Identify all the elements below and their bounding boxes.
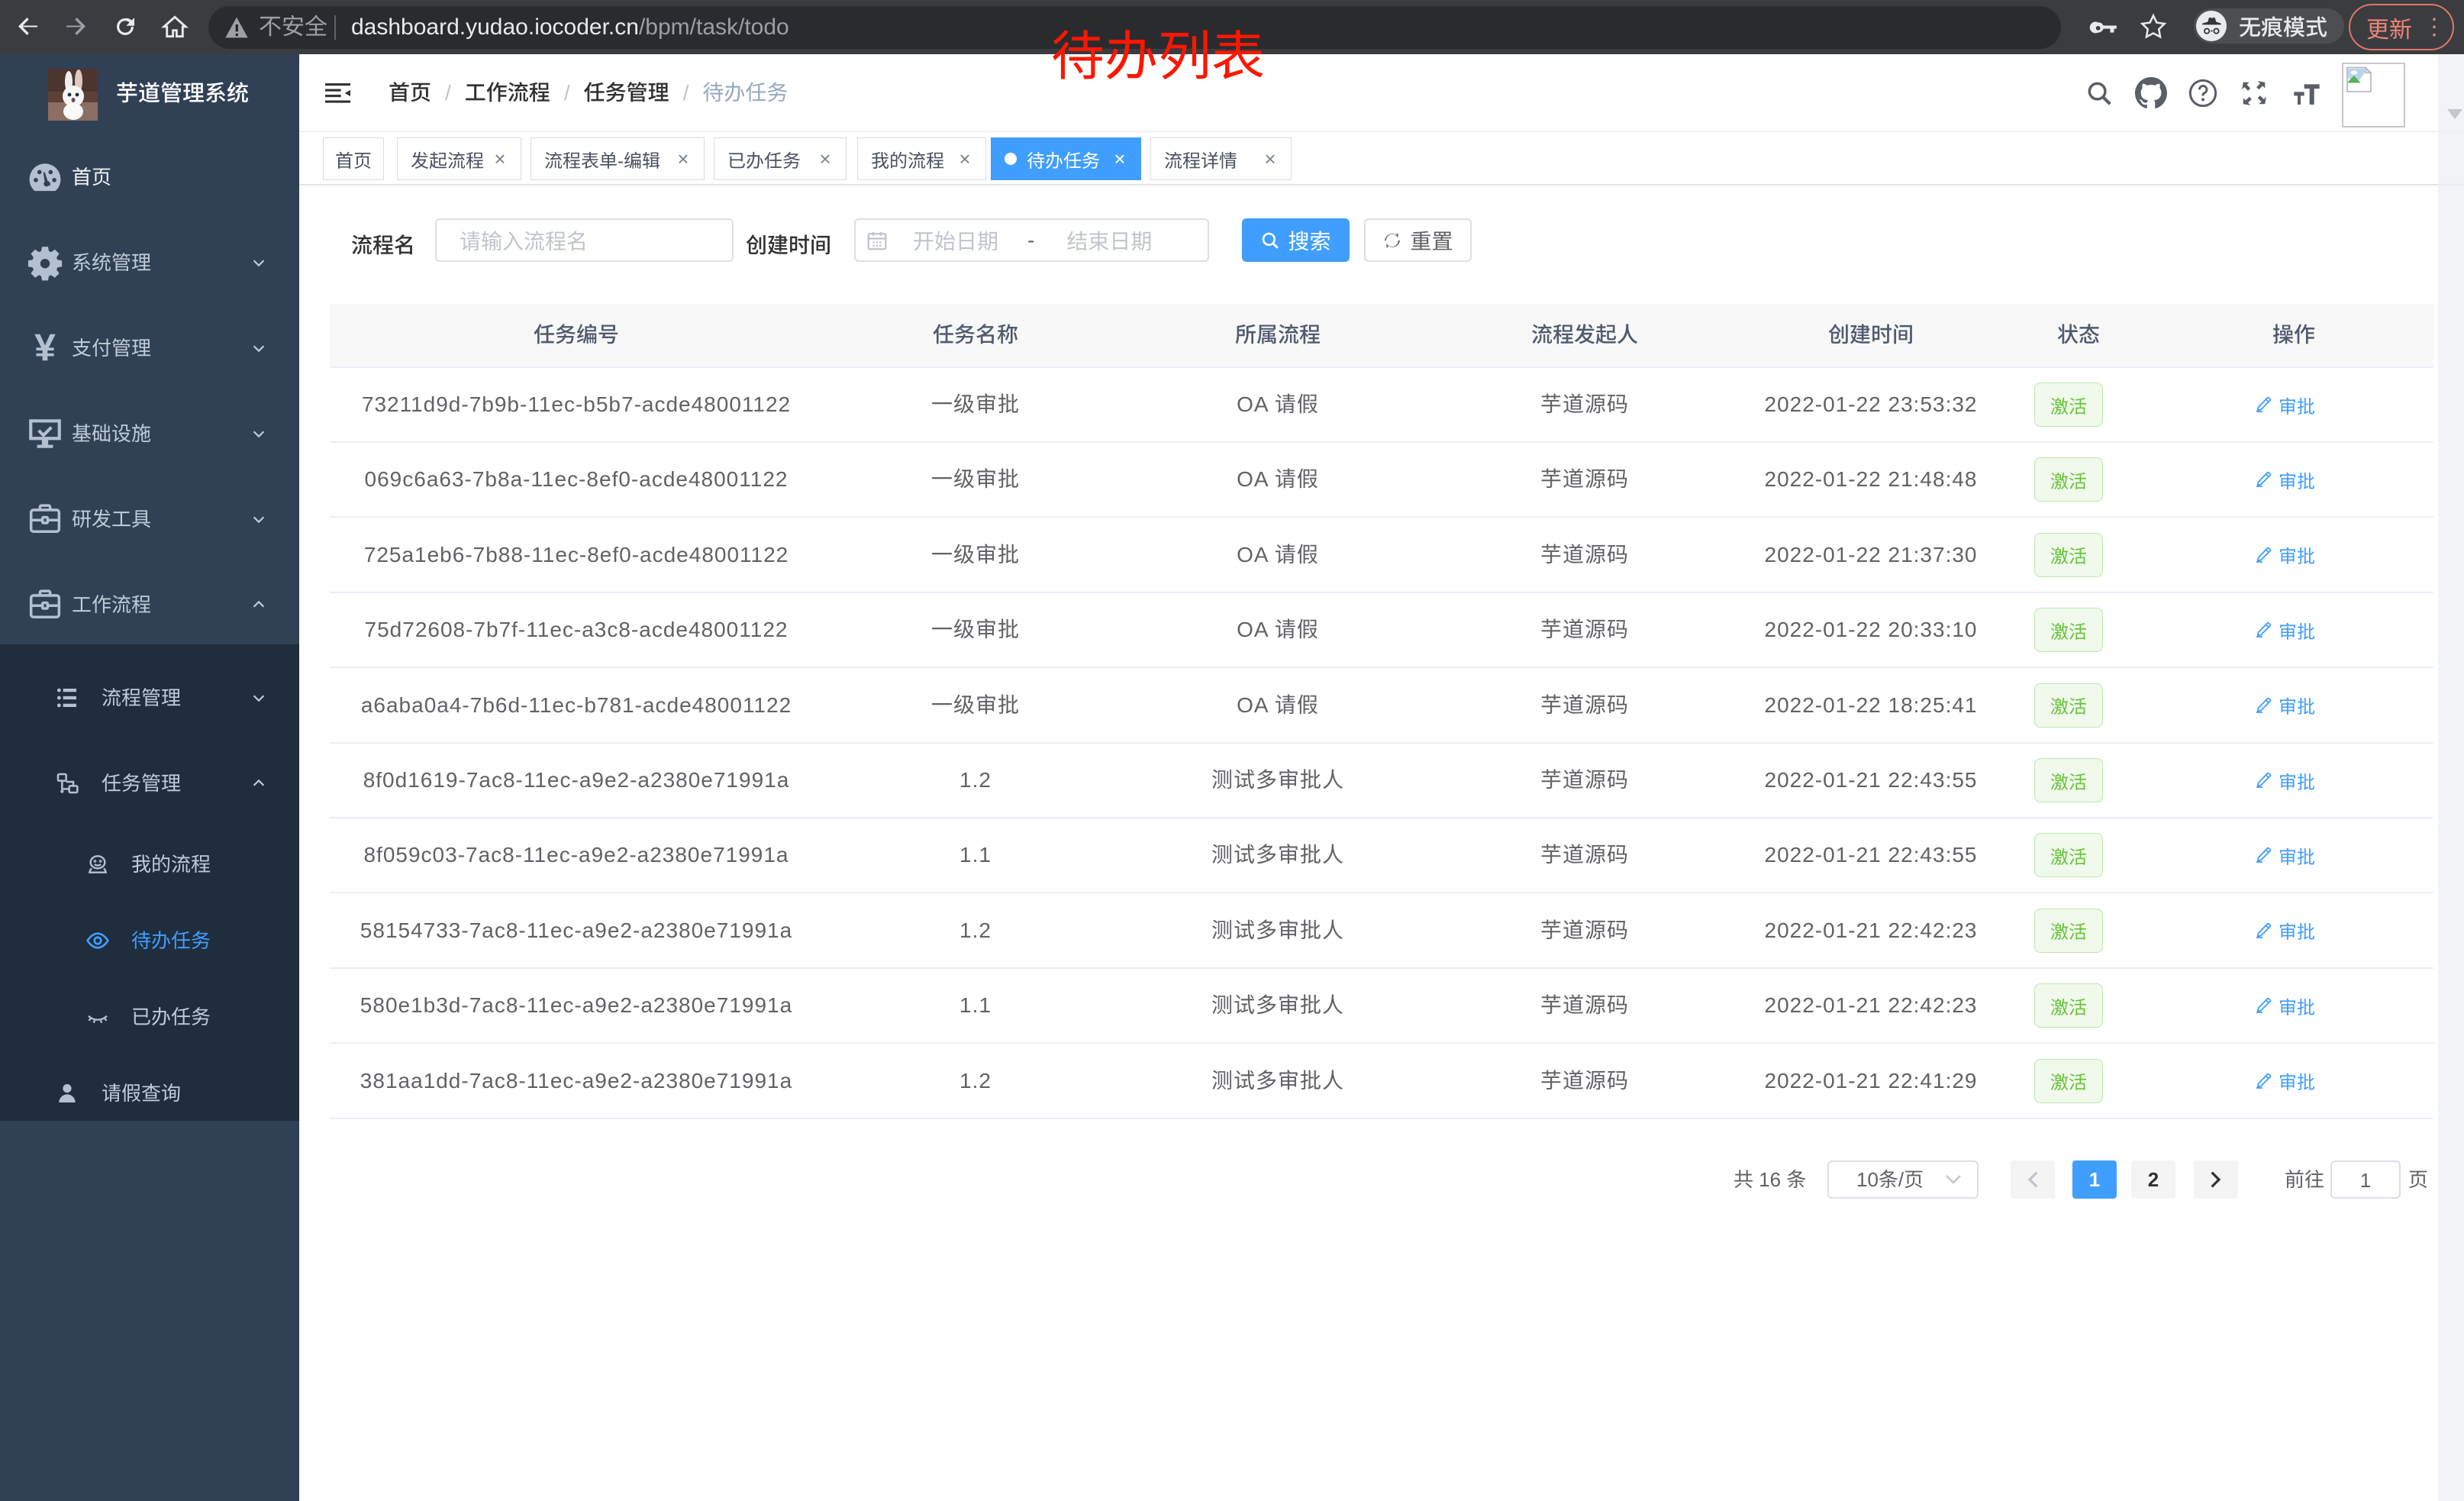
- svg-text:¥: ¥: [34, 329, 56, 367]
